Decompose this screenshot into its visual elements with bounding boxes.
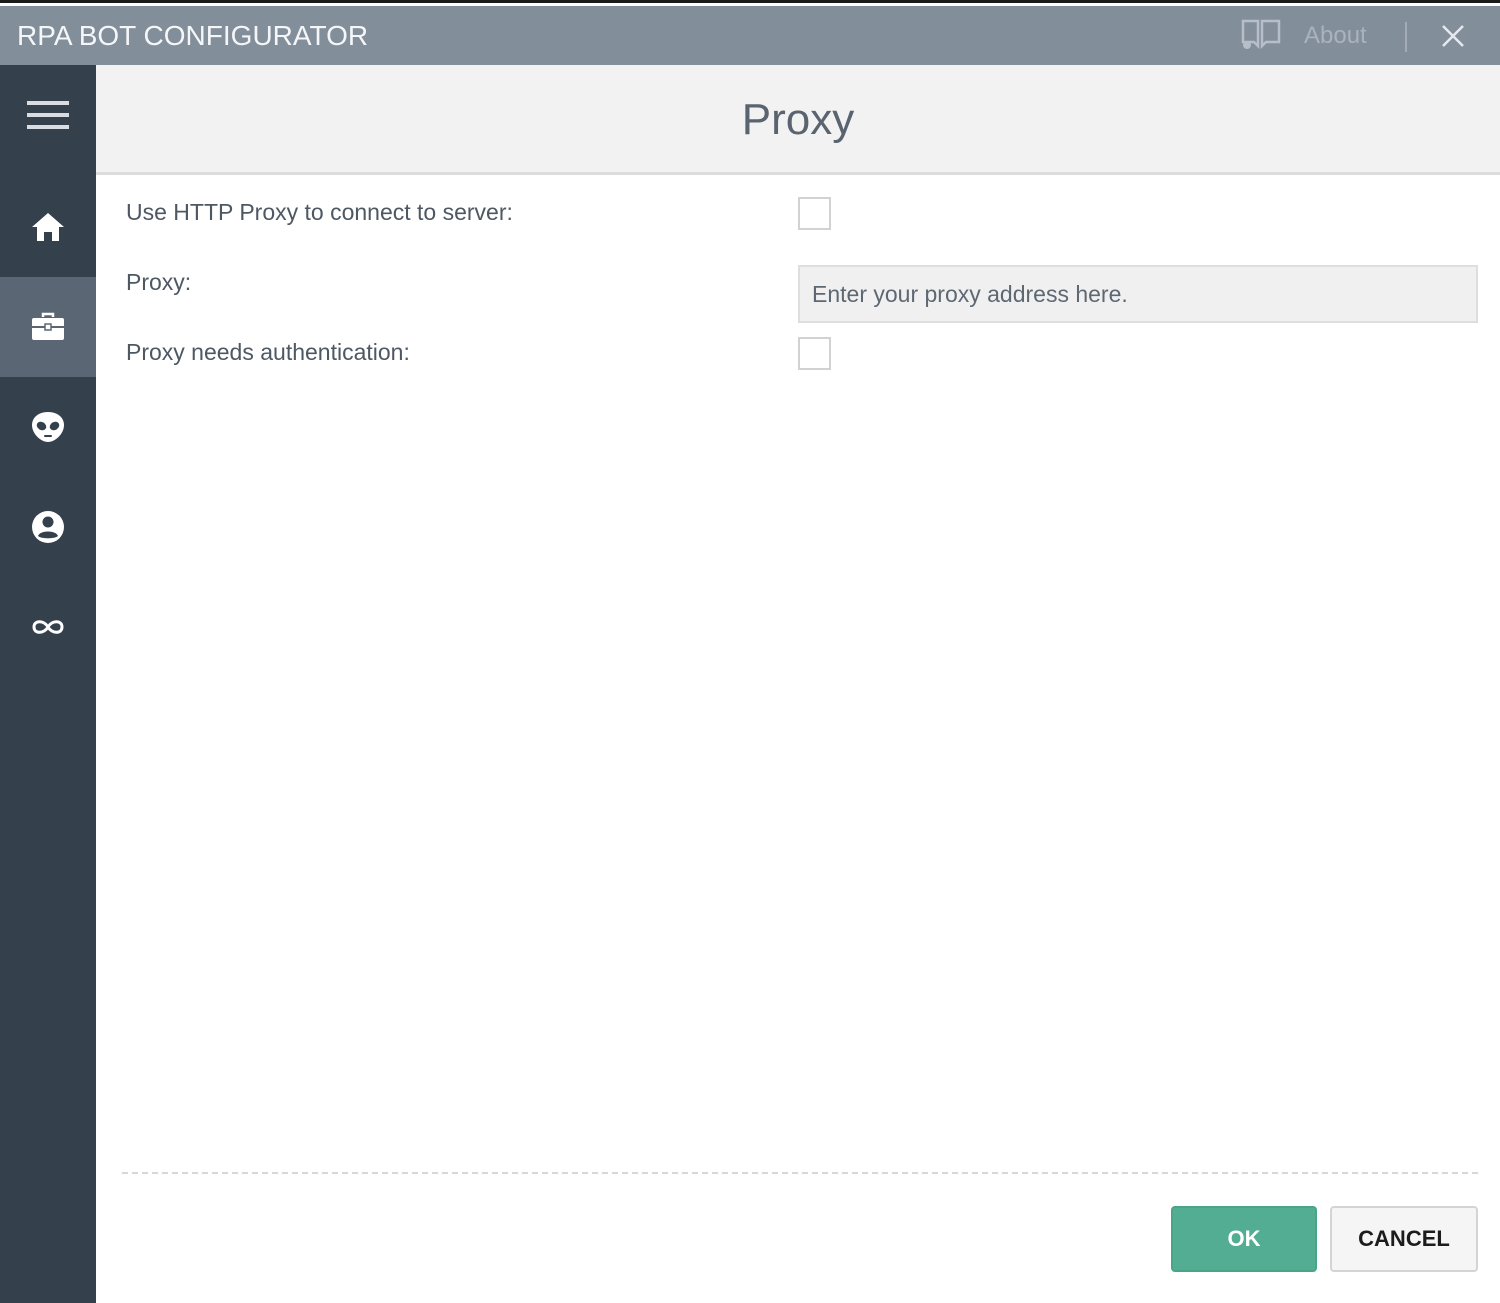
title-bar: RPA BOT CONFIGURATOR About: [0, 6, 1500, 65]
close-button[interactable]: [1436, 19, 1470, 53]
proxy-address-input[interactable]: [798, 265, 1478, 323]
briefcase-icon: [32, 312, 64, 340]
cancel-button[interactable]: CANCEL: [1330, 1206, 1478, 1272]
hamburger-menu-icon: [27, 101, 69, 129]
main-panel: Proxy Use HTTP Proxy to connect to serve…: [96, 65, 1500, 1303]
proxy-label: Proxy:: [126, 269, 192, 295]
use-proxy-label: Use HTTP Proxy to connect to server:: [126, 199, 513, 225]
sidebar-item-infinity[interactable]: [0, 577, 96, 677]
alien-icon: [32, 412, 64, 442]
page-title: Proxy: [741, 95, 855, 144]
ok-button[interactable]: OK: [1171, 1206, 1317, 1272]
sidebar-item-home[interactable]: [0, 177, 96, 277]
footer-divider: [122, 1172, 1478, 1174]
sidebar-item-account[interactable]: [0, 477, 96, 577]
sidebar-menu-button[interactable]: [0, 65, 96, 165]
about-button[interactable]: About: [1240, 18, 1367, 54]
page-header: Proxy: [96, 65, 1500, 175]
sidebar-item-alien[interactable]: [0, 377, 96, 477]
title-separator: [1405, 22, 1407, 52]
infinity-icon: [32, 620, 64, 634]
app-window: RPA BOT CONFIGURATOR About Proxy Use HTT…: [0, 0, 1500, 1303]
sidebar-item-briefcase[interactable]: [0, 277, 96, 377]
proxy-auth-label: Proxy needs authentication:: [126, 339, 410, 365]
about-label: About: [1304, 22, 1367, 49]
book-info-icon: [1240, 18, 1282, 55]
account-circle-icon: [32, 511, 64, 543]
proxy-auth-checkbox[interactable]: [798, 337, 831, 370]
home-icon: [32, 213, 64, 241]
use-proxy-checkbox[interactable]: [798, 197, 831, 230]
window-title: RPA BOT CONFIGURATOR: [17, 20, 369, 51]
close-icon: [1442, 25, 1464, 47]
sidebar: [0, 65, 96, 1303]
